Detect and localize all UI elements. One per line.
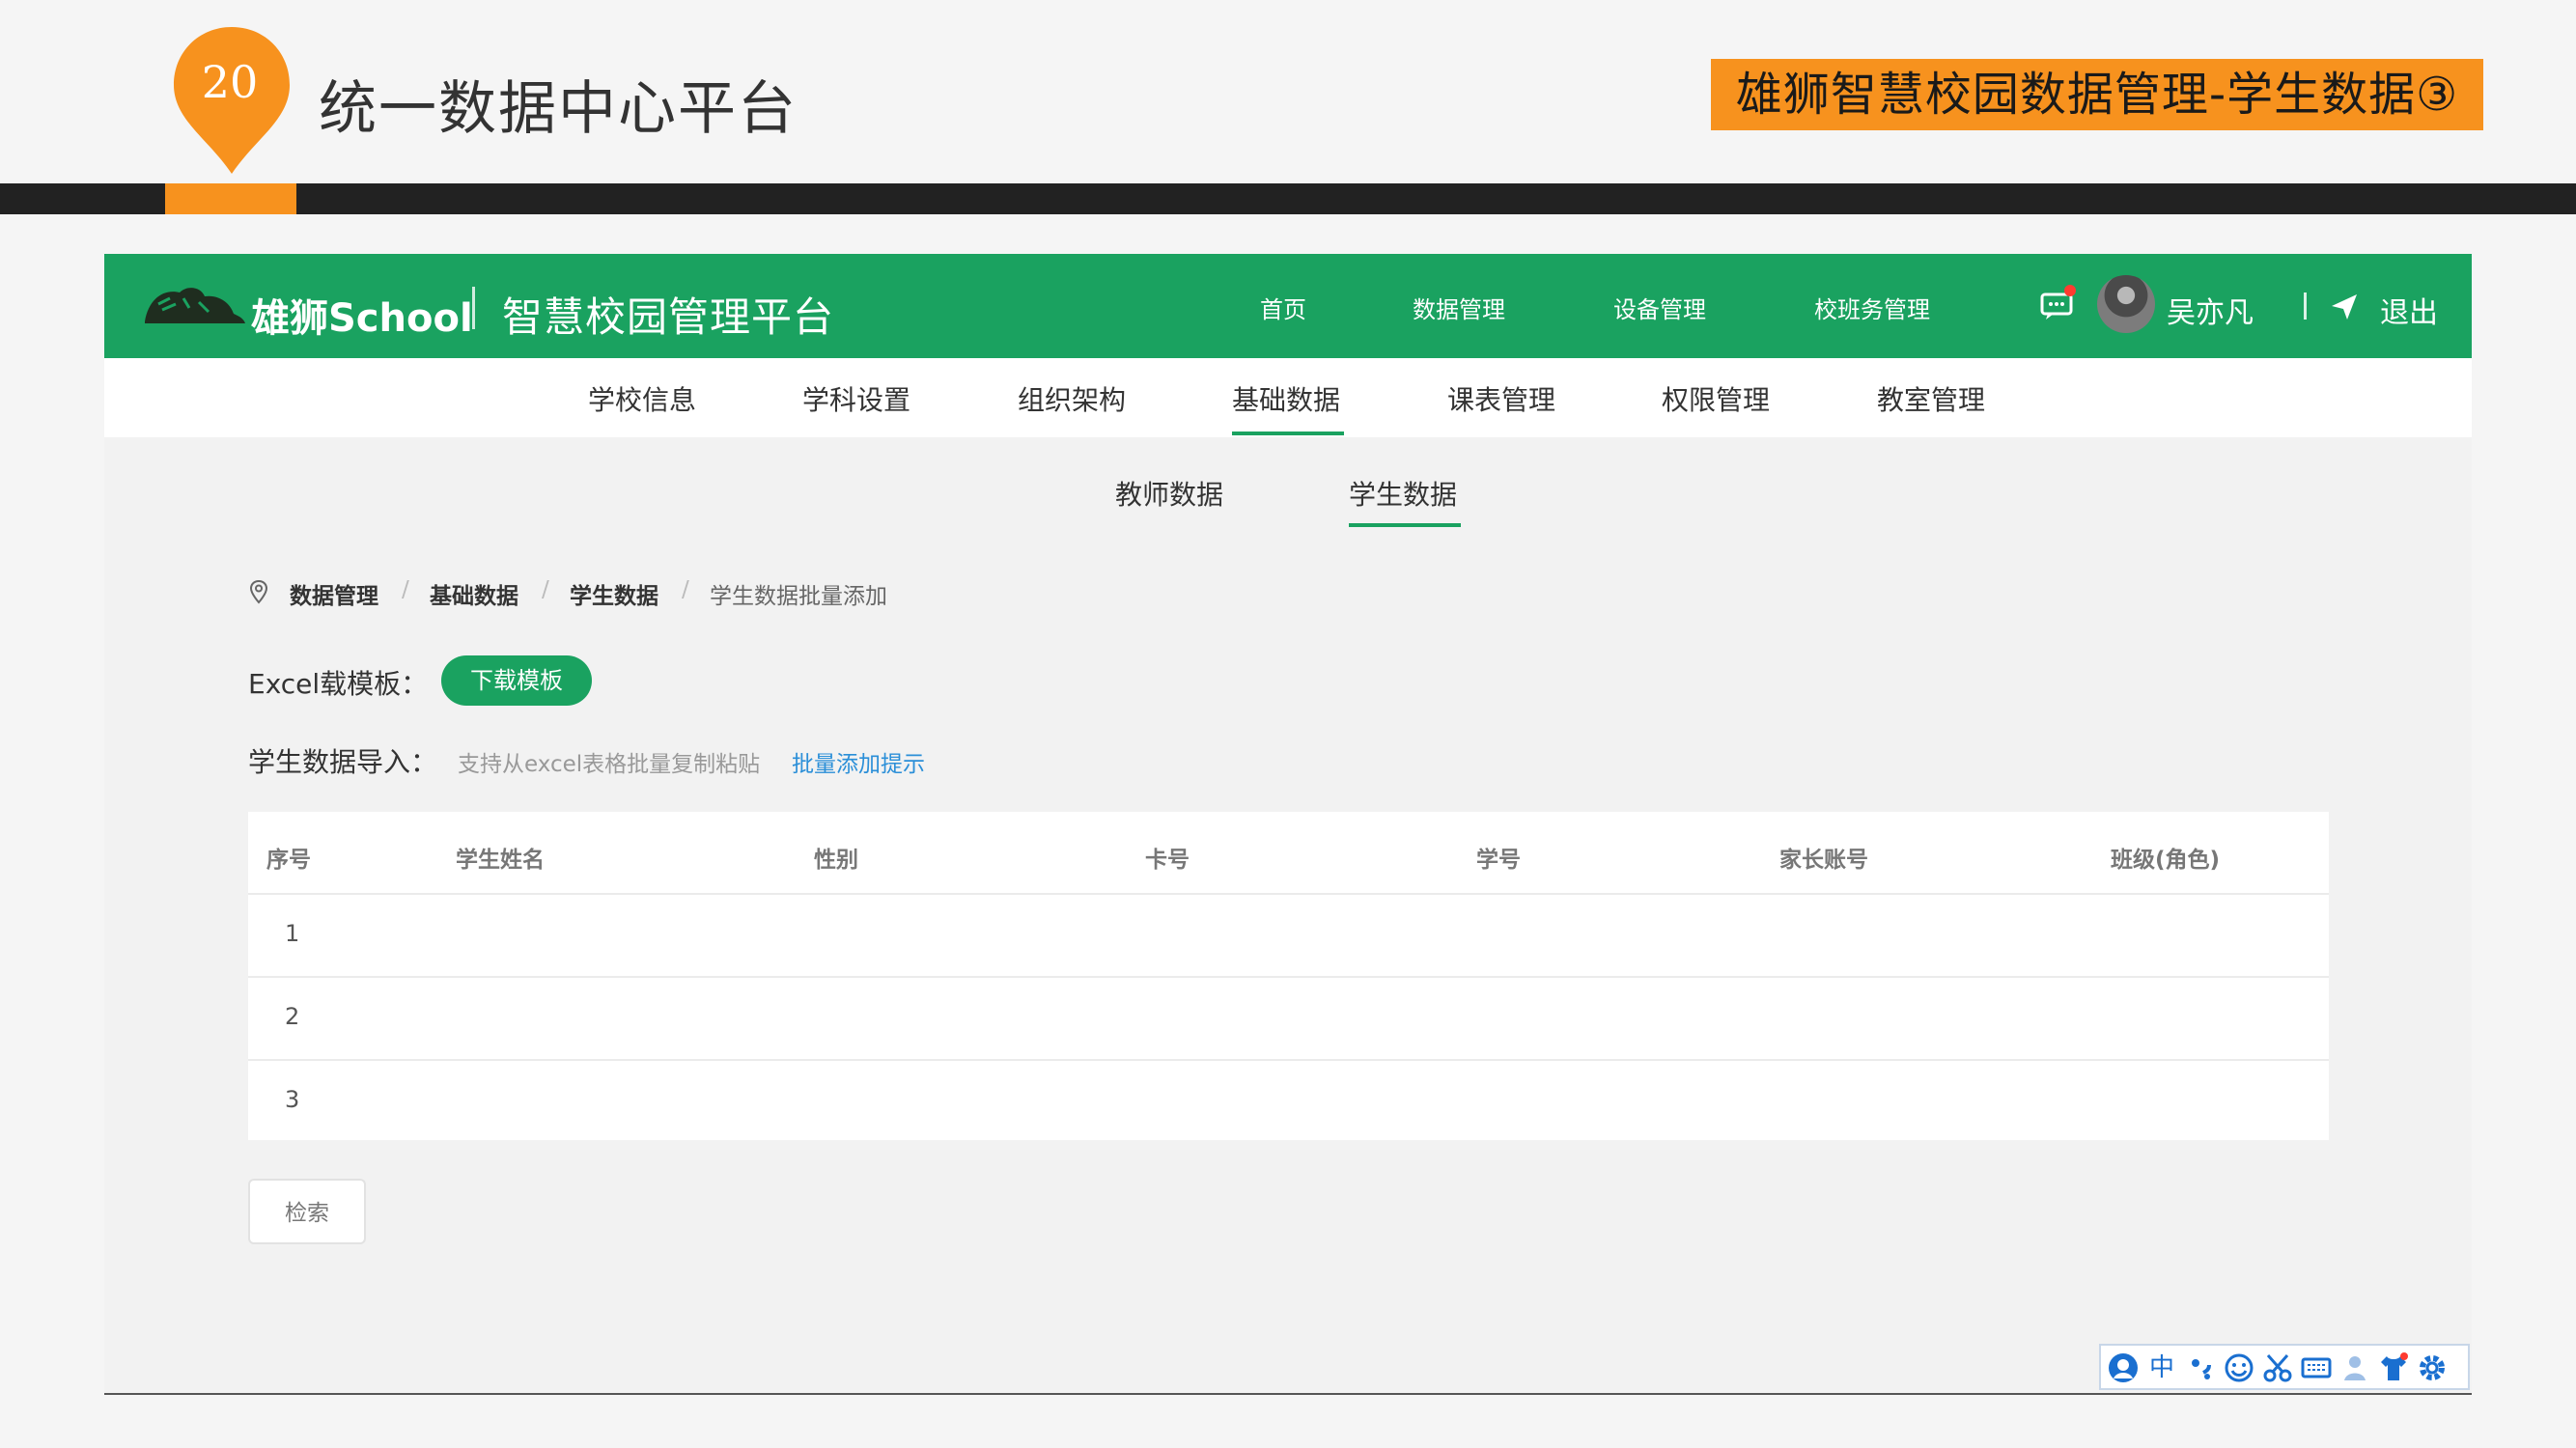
batch-add-tip-link[interactable]: 批量添加提示: [792, 745, 925, 778]
breadcrumb-student-data[interactable]: 学生数据: [570, 577, 658, 610]
column-header-student-id: 学号: [1476, 848, 1521, 873]
column-header-student-name: 学生姓名: [456, 848, 545, 873]
search-button[interactable]: 检索: [248, 1179, 366, 1244]
nav-device-management[interactable]: 设备管理: [1613, 291, 1706, 324]
logo-text: 雄狮School: [251, 296, 473, 341]
column-header-gender: 性别: [814, 848, 858, 873]
import-hint: 支持从excel表格批量复制粘贴: [458, 752, 761, 777]
column-header-index: 序号: [266, 848, 311, 873]
import-label: 学生数据导入：: [248, 746, 438, 778]
keyboard-icon[interactable]: [2300, 1351, 2333, 1384]
scissors-icon[interactable]: [2261, 1351, 2294, 1384]
table-row[interactable]: 2: [248, 976, 2329, 1061]
breadcrumb-data-management[interactable]: 数据管理: [290, 577, 378, 610]
subnav-classroom[interactable]: 教室管理: [1877, 379, 1985, 418]
user-name[interactable]: 吴亦凡: [2167, 289, 2254, 331]
subnav-org-structure[interactable]: 组织架构: [1018, 379, 1126, 418]
platform-name: 智慧校园管理平台: [502, 293, 835, 341]
table-row[interactable]: 1: [248, 893, 2329, 978]
user-separator: [2304, 292, 2307, 320]
app-bottom-border: [104, 1393, 2472, 1395]
subnav-active-indicator: [1232, 432, 1344, 435]
slide-tag: 雄狮智慧校园数据管理-学生数据③: [1711, 59, 2483, 130]
header-accent-bar: [165, 183, 296, 214]
tab-teacher-data[interactable]: 教师数据: [1115, 474, 1223, 513]
subnav-basic-data[interactable]: 基础数据: [1232, 379, 1340, 418]
slide-title: 统一数据中心平台: [319, 75, 798, 143]
subnav-permissions[interactable]: 权限管理: [1662, 379, 1770, 418]
subnav-timetable[interactable]: 课表管理: [1447, 379, 1555, 418]
tab-active-indicator: [1349, 523, 1461, 527]
table-row[interactable]: 3: [248, 1059, 2329, 1144]
ime-toolbar: 中: [2099, 1344, 2470, 1390]
app-window: 雄狮School 智慧校园管理平台 首页 数据管理 设备管理 校班务管理 吴亦凡…: [104, 254, 2472, 1393]
tab-student-data[interactable]: 学生数据: [1349, 474, 1457, 513]
send-icon[interactable]: [2330, 292, 2359, 321]
emoji-icon[interactable]: [2223, 1351, 2255, 1384]
nav-home[interactable]: 首页: [1260, 291, 1306, 324]
breadcrumb-separator: /: [682, 577, 689, 602]
shirt-icon[interactable]: [2377, 1351, 2410, 1384]
row-index: 3: [285, 1086, 300, 1113]
column-header-card-number: 卡号: [1145, 848, 1190, 873]
column-header-parent-account: 家长账号: [1779, 848, 1868, 873]
header-divider-bar: [0, 183, 2576, 214]
notification-dot: [2064, 285, 2076, 296]
secondary-nav: 学校信息 学科设置 组织架构 基础数据 课表管理 权限管理 教室管理: [104, 358, 2472, 437]
download-template-button[interactable]: 下载模板: [441, 655, 592, 706]
logout-button[interactable]: 退出: [2380, 289, 2438, 331]
row-index: 1: [285, 920, 300, 947]
student-import-table: 序号 学生姓名 性别 卡号 学号 家长账号 班级(角色) 1 2 3: [248, 812, 2329, 1140]
location-pin-icon: [249, 579, 268, 604]
breadcrumb-separator: /: [402, 577, 409, 602]
chinese-mode-indicator[interactable]: 中: [2145, 1351, 2178, 1384]
punctuation-icon[interactable]: [2184, 1351, 2217, 1384]
gear-icon[interactable]: [2416, 1351, 2449, 1384]
slide-number: 20: [201, 56, 259, 108]
subnav-school-info[interactable]: 学校信息: [588, 379, 696, 418]
breadcrumb-basic-data[interactable]: 基础数据: [430, 577, 518, 610]
subnav-subject-settings[interactable]: 学科设置: [802, 379, 910, 418]
ime-logo-icon[interactable]: [2107, 1351, 2140, 1384]
column-header-class-role: 班级(角色): [2111, 848, 2221, 873]
template-label: Excel载模板：: [248, 668, 429, 700]
breadcrumb-current: 学生数据批量添加: [710, 584, 887, 609]
user-icon[interactable]: [2338, 1351, 2371, 1384]
top-navbar: 雄狮School 智慧校园管理平台 首页 数据管理 设备管理 校班务管理 吴亦凡…: [104, 254, 2472, 358]
row-index: 2: [285, 1003, 300, 1030]
lion-logo-icon: [145, 288, 245, 323]
breadcrumb-separator: /: [542, 577, 549, 602]
message-icon[interactable]: [2040, 292, 2073, 321]
nav-class-affairs[interactable]: 校班务管理: [1814, 291, 1930, 324]
avatar[interactable]: [2097, 275, 2155, 333]
logo-separator: [472, 287, 475, 329]
nav-data-management[interactable]: 数据管理: [1413, 291, 1505, 324]
